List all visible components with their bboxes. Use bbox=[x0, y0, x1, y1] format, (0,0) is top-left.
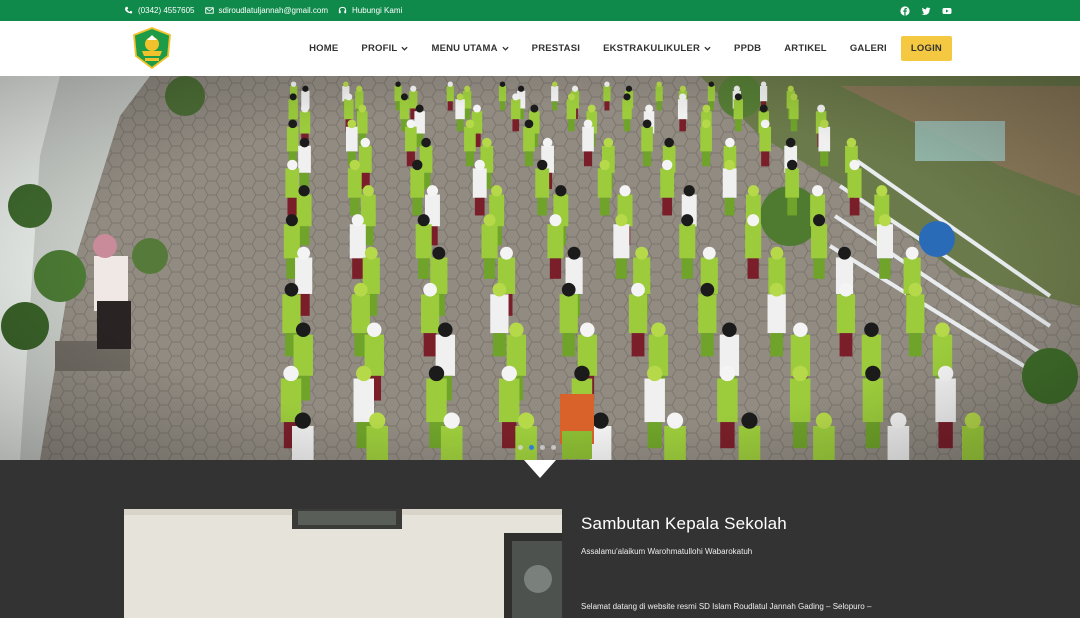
welcome-greeting: Assalamu'alaikum Warohmatullohi Wabaroka… bbox=[581, 547, 753, 556]
hero-slider[interactable] bbox=[0, 76, 1080, 460]
nav-label: PPDB bbox=[734, 43, 762, 54]
nav-item-menu-utama[interactable]: MENU UTAMA bbox=[431, 43, 509, 54]
contact-info: (0342) 4557605 sdiroudlatuljannah@gmail.… bbox=[124, 0, 402, 21]
phone-icon bbox=[125, 6, 133, 14]
email-item[interactable]: sdiroudlatuljannah@gmail.com bbox=[204, 6, 329, 15]
welcome-intro: Selamat datang di website resmi SD Islam… bbox=[581, 602, 872, 611]
nav-item-home[interactable]: HOME bbox=[309, 43, 338, 54]
headset-icon bbox=[338, 6, 347, 14]
login-button[interactable]: LOGIN bbox=[900, 36, 952, 61]
nav-item-galeri[interactable]: GALERI bbox=[850, 43, 887, 54]
welcome-text: Sambutan Kepala Sekolah Assalamu'alaikum… bbox=[581, 514, 941, 611]
nav-label: HOME bbox=[309, 43, 339, 54]
nav-label: EKSTRAKULIKULER bbox=[603, 43, 701, 54]
nav-item-prestasi[interactable]: PRESTASI bbox=[532, 43, 580, 54]
youtube-icon[interactable] bbox=[942, 6, 952, 16]
chevron-down-icon bbox=[502, 46, 509, 51]
email-address: sdiroudlatuljannah@gmail.com bbox=[218, 6, 329, 15]
nav-label: MENU UTAMA bbox=[431, 43, 498, 54]
nav-item-profil[interactable]: PROFIL bbox=[361, 43, 409, 54]
nav-menu: HOME PROFIL MENU UTAMA PRESTASI EKSTRAKU… bbox=[286, 21, 952, 76]
nav-item-ppdb[interactable]: PPDB bbox=[734, 43, 761, 54]
nav-item-ekstrakulikuler[interactable]: EKSTRAKULIKULER bbox=[603, 43, 711, 54]
slider-dot[interactable] bbox=[518, 445, 523, 450]
kemenag-logo-icon bbox=[133, 27, 171, 70]
chevron-down-icon bbox=[401, 46, 409, 51]
contact-label: Hubungi Kami bbox=[352, 6, 403, 15]
chevron-down-icon bbox=[704, 46, 711, 51]
phone-item[interactable]: (0342) 4557605 bbox=[124, 6, 195, 15]
slider-dot[interactable] bbox=[551, 445, 556, 450]
main-navbar: HOME PROFIL MENU UTAMA PRESTASI EKSTRAKU… bbox=[0, 21, 1080, 76]
top-bar: (0342) 4557605 sdiroudlatuljannah@gmail.… bbox=[0, 0, 1080, 21]
social-links bbox=[900, 0, 952, 21]
nav-label: ARTIKEL bbox=[784, 43, 827, 54]
nav-label: PROFIL bbox=[361, 43, 398, 54]
nav-label: PRESTASI bbox=[531, 43, 581, 54]
welcome-title: Sambutan Kepala Sekolah bbox=[581, 514, 787, 533]
nav-label: GALERI bbox=[849, 43, 887, 54]
facebook-icon[interactable] bbox=[900, 5, 910, 16]
principal-photo-image bbox=[124, 509, 562, 618]
school-logo[interactable] bbox=[130, 26, 174, 70]
phone-number: (0342) 4557605 bbox=[138, 6, 195, 15]
contact-link[interactable]: Hubungi Kami bbox=[338, 6, 402, 15]
section-divider-notch bbox=[524, 460, 556, 478]
envelope-icon bbox=[204, 7, 214, 14]
slider-dot[interactable] bbox=[540, 445, 545, 450]
twitter-icon[interactable] bbox=[921, 6, 931, 16]
slider-dots bbox=[518, 445, 556, 450]
nav-item-artikel[interactable]: ARTIKEL bbox=[784, 43, 827, 54]
slider-dot-active[interactable] bbox=[529, 445, 534, 450]
hero-image bbox=[0, 76, 1080, 460]
principal-photo bbox=[124, 509, 562, 618]
